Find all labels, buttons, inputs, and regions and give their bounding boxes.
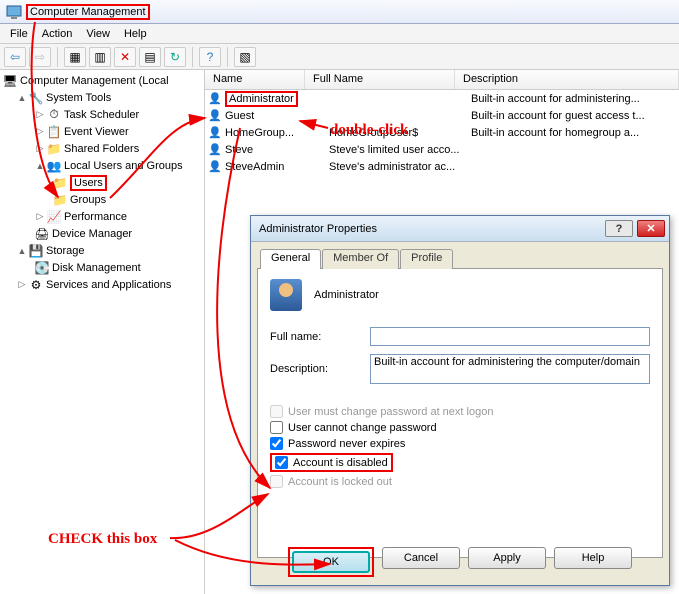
- user-icon: 👤: [207, 108, 223, 124]
- chk-never-expires-row[interactable]: Password never expires: [270, 437, 650, 450]
- tree-performance[interactable]: ▷📈Performance: [0, 208, 204, 225]
- list-row-steve[interactable]: 👤 SteveSteve's limited user acco...: [205, 141, 679, 158]
- tab-panel-general: Administrator Full name: Description: Bu…: [257, 268, 663, 558]
- tree-device-manager[interactable]: 🖨Device Manager: [0, 225, 204, 242]
- user-icon: 👤: [207, 142, 223, 158]
- refresh-button[interactable]: ↻: [164, 47, 186, 67]
- window-title: Computer Management: [26, 4, 150, 20]
- help-button[interactable]: Help: [554, 547, 632, 569]
- user-icon: 👤: [207, 125, 223, 141]
- chk-must-change: [270, 405, 283, 418]
- tab-row: General Member Of Profile: [257, 249, 663, 269]
- menubar: File Action View Help: [0, 24, 679, 44]
- back-button[interactable]: ⇦: [4, 47, 26, 67]
- app-icon: [6, 4, 22, 20]
- tree-shared-folders[interactable]: ▷📁Shared Folders: [0, 140, 204, 157]
- list-row-steveadmin[interactable]: 👤 SteveAdminSteve's administrator ac...: [205, 158, 679, 175]
- chk-cannot-change[interactable]: [270, 421, 283, 434]
- close-button[interactable]: ✕: [637, 220, 665, 237]
- list-row-administrator[interactable]: 👤 Administrator Built-in account for adm…: [205, 90, 679, 107]
- properties-button[interactable]: ▥: [89, 47, 111, 67]
- user-icon: 👤: [207, 159, 223, 175]
- chk-must-change-row: User must change password at next logon: [270, 405, 650, 418]
- forward-button[interactable]: ⇨: [29, 47, 51, 67]
- fullname-input[interactable]: [370, 327, 650, 346]
- tab-profile[interactable]: Profile: [400, 249, 453, 269]
- chk-locked-row: Account is locked out: [270, 475, 650, 488]
- apply-button[interactable]: Apply: [468, 547, 546, 569]
- user-icon: 👤: [207, 91, 223, 107]
- menu-help[interactable]: Help: [124, 28, 147, 40]
- list-header: Name Full Name Description: [205, 70, 679, 90]
- list-row-guest[interactable]: 👤 GuestBuilt-in account for guest access…: [205, 107, 679, 124]
- col-desc[interactable]: Description: [455, 70, 679, 89]
- tree-system-tools[interactable]: ▲🔧System Tools: [0, 89, 204, 106]
- action-button[interactable]: ▧: [234, 47, 256, 67]
- tree-disk-management[interactable]: 💽Disk Management: [0, 259, 204, 276]
- tree-task-scheduler[interactable]: ▷⏱Task Scheduler: [0, 106, 204, 123]
- chk-cannot-change-row[interactable]: User cannot change password: [270, 421, 650, 434]
- menu-action[interactable]: Action: [42, 28, 73, 40]
- tree-local-users[interactable]: ▲👥Local Users and Groups: [0, 157, 204, 174]
- ok-button[interactable]: OK: [292, 551, 370, 573]
- help-button[interactable]: ?: [605, 220, 633, 237]
- titlebar: Computer Management: [0, 0, 679, 24]
- user-icon-large: [270, 279, 302, 311]
- fullname-label: Full name:: [270, 331, 370, 343]
- description-label: Description:: [270, 363, 370, 375]
- help-button[interactable]: ?: [199, 47, 221, 67]
- tree-services[interactable]: ▷⚙Services and Applications: [0, 276, 204, 293]
- tab-general[interactable]: General: [260, 249, 321, 269]
- dialog-titlebar: Administrator Properties ? ✕: [251, 216, 669, 242]
- tree-pane: 🖥Computer Management (Local ▲🔧System Too…: [0, 70, 205, 594]
- dialog-button-row: OK Cancel Apply Help: [251, 547, 669, 577]
- export-button[interactable]: ▤: [139, 47, 161, 67]
- tree-root[interactable]: 🖥Computer Management (Local: [0, 72, 204, 89]
- tree-users[interactable]: 📁Users: [0, 174, 204, 191]
- col-name[interactable]: Name: [205, 70, 305, 89]
- toolbar: ⇦ ⇨ ▦ ▥ ✕ ▤ ↻ ? ▧: [0, 44, 679, 70]
- tab-member-of[interactable]: Member Of: [322, 249, 399, 269]
- tree-storage[interactable]: ▲💾Storage: [0, 242, 204, 259]
- properties-dialog: Administrator Properties ? ✕ General Mem…: [250, 215, 670, 586]
- cancel-button[interactable]: Cancel: [382, 547, 460, 569]
- chk-disabled-row[interactable]: Account is disabled: [270, 453, 650, 472]
- col-fullname[interactable]: Full Name: [305, 70, 455, 89]
- delete-button[interactable]: ✕: [114, 47, 136, 67]
- chk-locked: [270, 475, 283, 488]
- menu-view[interactable]: View: [86, 28, 110, 40]
- chk-never-expires[interactable]: [270, 437, 283, 450]
- tree-groups[interactable]: 📁Groups: [0, 191, 204, 208]
- list-row-homegroup[interactable]: 👤 HomeGroup...HomeGroupUser$Built-in acc…: [205, 124, 679, 141]
- description-input[interactable]: Built-in account for administering the c…: [370, 354, 650, 384]
- show-hide-button[interactable]: ▦: [64, 47, 86, 67]
- username-label: Administrator: [314, 289, 379, 301]
- tree-event-viewer[interactable]: ▷📋Event Viewer: [0, 123, 204, 140]
- chk-account-disabled[interactable]: [275, 456, 288, 469]
- dialog-title: Administrator Properties: [259, 223, 377, 235]
- menu-file[interactable]: File: [10, 28, 28, 40]
